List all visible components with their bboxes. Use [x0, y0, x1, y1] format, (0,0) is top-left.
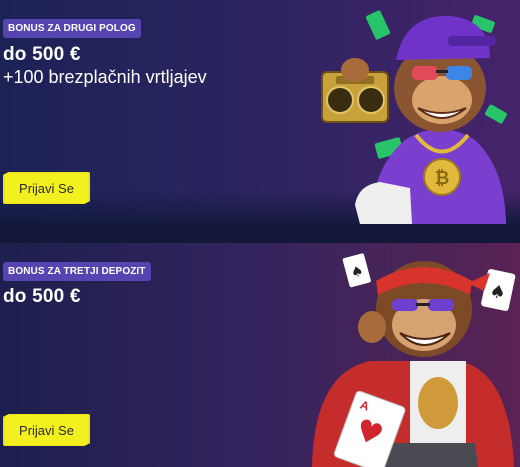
svg-text:₿: ₿ — [435, 168, 450, 188]
third-deposit-bonus-card: BONUS ZA TRETJI DEPOZIT do 500 € Prijavi… — [0, 243, 520, 467]
sign-up-button[interactable]: Prijavi Se — [5, 173, 88, 203]
card-separator — [0, 224, 520, 243]
bonus-offers-page: BONUS ZA DRUGI POLOG do 500 € +100 brezp… — [0, 0, 520, 467]
bonus-badge: BONUS ZA DRUGI POLOG — [3, 19, 141, 38]
sign-up-button[interactable]: Prijavi Se — [5, 415, 88, 445]
bonus-amount: do 500 € — [3, 44, 81, 65]
bonus-badge: BONUS ZA TRETJI DEPOZIT — [3, 262, 151, 281]
monkey-with-boombox-icon: ₿ — [321, 10, 507, 224]
second-deposit-bonus-card: BONUS ZA DRUGI POLOG do 500 € +100 brezp… — [0, 0, 520, 224]
bonus-free-spins: +100 brezplačnih vrtljajev — [3, 67, 207, 87]
monkey-with-playing-cards-icon: ♠ ♠ ♥ A — [312, 253, 516, 467]
bonus-amount: do 500 € — [3, 286, 81, 307]
